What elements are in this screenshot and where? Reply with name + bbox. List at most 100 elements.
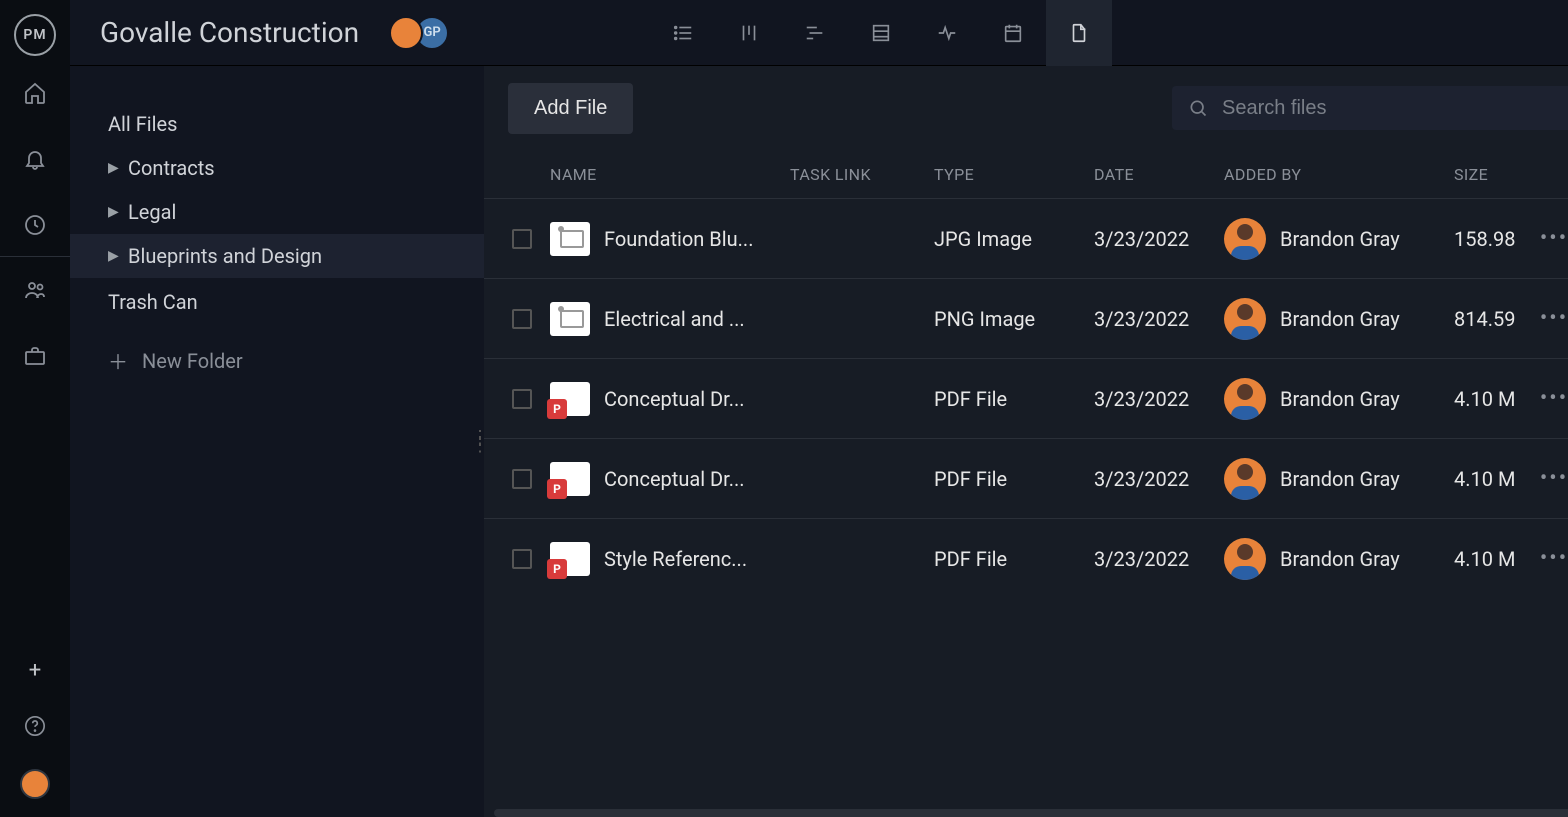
- folder-item[interactable]: ▶ Blueprints and Design: [70, 234, 484, 278]
- file-date-cell: 3/23/2022: [1094, 387, 1224, 411]
- search-field[interactable]: [1172, 86, 1568, 130]
- col-type-header[interactable]: TYPE: [934, 165, 974, 184]
- col-name-header[interactable]: NAME: [550, 165, 597, 184]
- folder-label: Blueprints and Design: [128, 244, 322, 268]
- folder-label: Contracts: [128, 156, 215, 180]
- user-avatar: [1224, 538, 1266, 580]
- table-row[interactable]: Foundation Blu... JPG Image3/23/2022 Brand…: [484, 198, 1568, 278]
- user-avatar: [1224, 458, 1266, 500]
- row-checkbox[interactable]: [512, 309, 532, 329]
- file-size-cell: 4.10 M: [1454, 467, 1524, 491]
- file-name: Foundation Blu...: [604, 227, 753, 251]
- trash-label: Trash Can: [108, 290, 198, 314]
- file-date-cell: 3/23/2022: [1094, 307, 1224, 331]
- file-date-cell: 3/23/2022: [1094, 547, 1224, 571]
- new-folder-button[interactable]: ＋ New Folder: [70, 346, 484, 375]
- file-size-cell: 4.10 M: [1454, 547, 1524, 571]
- file-size-cell: 158.98: [1454, 227, 1524, 251]
- calendar-view-icon[interactable]: [980, 0, 1046, 66]
- resize-handle-icon[interactable]: ⋮⋮: [471, 434, 489, 450]
- trash-item[interactable]: Trash Can: [70, 280, 484, 324]
- row-checkbox[interactable]: [512, 469, 532, 489]
- added-by-name: Brandon Gray: [1280, 387, 1400, 411]
- file-type-cell: PDF File: [934, 467, 1094, 491]
- row-actions-icon[interactable]: •••: [1540, 386, 1568, 411]
- file-name: Style Referenc...: [604, 547, 747, 571]
- file-date-cell: 3/23/2022: [1094, 227, 1224, 251]
- row-actions-icon[interactable]: •••: [1540, 226, 1568, 251]
- row-actions-icon[interactable]: •••: [1540, 546, 1568, 571]
- new-folder-label: New Folder: [142, 349, 243, 373]
- user-avatar: [1224, 378, 1266, 420]
- pdf-file-icon: P: [550, 462, 590, 496]
- sheet-view-icon[interactable]: [848, 0, 914, 66]
- files-view-icon[interactable]: [1046, 0, 1112, 66]
- horizontal-scrollbar[interactable]: [494, 809, 1568, 817]
- file-type-cell: PDF File: [934, 547, 1094, 571]
- briefcase-icon[interactable]: [22, 343, 48, 369]
- col-addedby-header[interactable]: ADDED BY: [1224, 165, 1301, 184]
- caret-right-icon: ▶: [108, 248, 120, 264]
- image-file-icon: [550, 302, 590, 336]
- member-avatars[interactable]: GP: [389, 16, 449, 50]
- table-row[interactable]: PConceptual Dr...PDF File3/23/2022Brando…: [484, 438, 1568, 518]
- row-actions-icon[interactable]: •••: [1540, 306, 1568, 331]
- file-size-cell: 4.10 M: [1454, 387, 1524, 411]
- file-date-cell: 3/23/2022: [1094, 467, 1224, 491]
- pdf-file-icon: P: [550, 382, 590, 416]
- col-size-header[interactable]: SIZE: [1454, 165, 1488, 184]
- col-task-header[interactable]: TASK LINK: [790, 165, 871, 184]
- search-input[interactable]: [1222, 97, 1566, 120]
- notifications-icon[interactable]: [22, 146, 48, 172]
- user-avatar: [1224, 218, 1266, 260]
- col-date-header[interactable]: DATE: [1094, 165, 1134, 184]
- all-files-item[interactable]: All Files: [70, 102, 484, 146]
- folder-sidebar: All Files ▶ Contracts ▶Legal ▶ Blueprints an…: [70, 66, 484, 817]
- caret-right-icon: ▶: [108, 160, 120, 176]
- home-icon[interactable]: [22, 80, 48, 106]
- content-area: Add File NAME TASK LINK TYPE DATE ADDED …: [484, 66, 1568, 817]
- table-row[interactable]: Electrical and ...PNG Image3/23/2022Bran…: [484, 278, 1568, 358]
- team-icon[interactable]: [22, 277, 48, 303]
- topbar: Govalle Construction GP: [70, 0, 1568, 66]
- file-name: Conceptual Dr...: [604, 467, 745, 491]
- added-by-name: Brandon Gray: [1280, 547, 1400, 571]
- help-icon[interactable]: [22, 713, 48, 739]
- recent-icon[interactable]: [22, 212, 48, 238]
- app-logo[interactable]: PM: [14, 14, 56, 56]
- add-file-button[interactable]: Add File: [508, 83, 633, 134]
- view-switcher: [650, 0, 1568, 65]
- activity-view-icon[interactable]: [914, 0, 980, 66]
- pdf-file-icon: P: [550, 542, 590, 576]
- list-view-icon[interactable]: [650, 0, 716, 66]
- board-view-icon[interactable]: [716, 0, 782, 66]
- plus-icon: ＋: [108, 346, 128, 375]
- added-by-name: Brandon Gray: [1280, 307, 1400, 331]
- add-icon[interactable]: +: [22, 657, 48, 683]
- file-size-cell: 814.59: [1454, 307, 1524, 331]
- row-checkbox[interactable]: [512, 549, 532, 569]
- row-checkbox[interactable]: [512, 229, 532, 249]
- member-avatar[interactable]: [389, 16, 423, 50]
- file-type-cell: PDF File: [934, 387, 1094, 411]
- image-file-icon: [550, 222, 590, 256]
- project-title: Govalle Construction: [100, 16, 359, 49]
- row-actions-icon[interactable]: •••: [1540, 466, 1568, 491]
- icon-rail: PM +: [0, 0, 70, 817]
- table-row[interactable]: P Style Referenc... PDF File3/23/2022 Brand…: [484, 518, 1568, 598]
- file-type-cell: JPG Image: [934, 227, 1094, 251]
- file-name: Conceptual Dr...: [604, 387, 745, 411]
- user-avatar: [1224, 298, 1266, 340]
- gantt-view-icon[interactable]: [782, 0, 848, 66]
- search-icon: [1188, 98, 1208, 118]
- table-header: NAME TASK LINK TYPE DATE ADDED BY SIZE: [484, 150, 1568, 198]
- table-row[interactable]: P Conceptual Dr... PDF File3/23/2022 Brando…: [484, 358, 1568, 438]
- folder-item[interactable]: ▶ Contracts: [70, 146, 484, 190]
- all-files-label: All Files: [108, 112, 177, 136]
- folder-label: Legal: [128, 200, 176, 224]
- current-user-avatar[interactable]: [20, 769, 50, 799]
- file-type-cell: PNG Image: [934, 307, 1094, 331]
- added-by-name: Brandon Gray: [1280, 227, 1400, 251]
- row-checkbox[interactable]: [512, 389, 532, 409]
- folder-item[interactable]: ▶Legal: [70, 190, 484, 234]
